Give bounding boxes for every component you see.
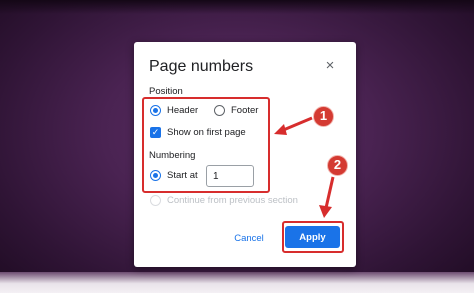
background-document-strip — [0, 272, 474, 293]
checkmark-icon: ✓ — [151, 127, 160, 137]
show-on-first-page-label: Show on first page — [167, 127, 246, 138]
annotation-badge-1: 1 — [313, 106, 334, 127]
start-at-radio[interactable] — [150, 170, 161, 181]
continue-from-previous-label: Continue from previous section — [167, 195, 298, 206]
annotation-badge-2: 2 — [327, 155, 348, 176]
show-on-first-page-checkbox[interactable]: ✓ — [150, 127, 161, 138]
continue-from-previous-radio — [150, 195, 161, 206]
footer-radio-label: Footer — [231, 105, 259, 116]
page-numbers-dialog: Page numbers × Position Header Footer ✓ … — [134, 42, 356, 267]
close-icon[interactable]: × — [322, 56, 338, 76]
start-at-input[interactable] — [206, 165, 254, 187]
apply-button[interactable]: Apply — [285, 226, 340, 248]
header-radio[interactable] — [150, 105, 161, 116]
cancel-button[interactable]: Cancel — [222, 227, 276, 249]
start-at-label: Start at — [167, 170, 198, 181]
footer-radio[interactable] — [214, 105, 225, 116]
background-vignette — [0, 0, 474, 14]
position-label: Position — [149, 86, 183, 97]
dialog-title: Page numbers — [149, 58, 254, 75]
header-radio-label: Header — [167, 105, 199, 116]
numbering-label: Numbering — [149, 150, 196, 161]
